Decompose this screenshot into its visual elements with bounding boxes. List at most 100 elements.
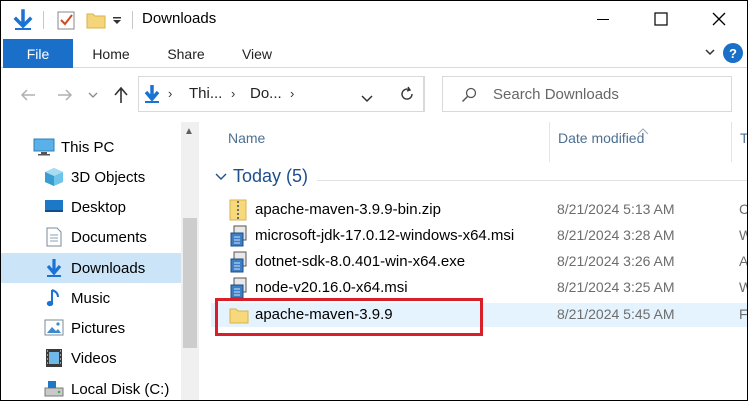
nav-item-downloads[interactable]: Downloads	[1, 253, 181, 283]
ribbon-expand-icon[interactable]	[703, 45, 717, 64]
new-folder-icon[interactable]	[85, 9, 107, 31]
address-bar[interactable]: › Thi... › Do... ›	[138, 76, 425, 112]
scrollbar-thumb[interactable]	[183, 218, 197, 348]
file-name: node-v20.16.0-x64.msi	[255, 279, 408, 296]
group-header-today[interactable]: Today (5)	[215, 166, 308, 187]
file-row[interactable]: node-v20.16.0-x64.msi 8/21/2024 3:25 AM …	[211, 276, 747, 300]
close-button[interactable]	[690, 1, 747, 37]
this-pc-icon	[33, 136, 55, 158]
msi-installer-icon	[229, 225, 249, 247]
forward-arrow-icon[interactable]	[54, 84, 76, 106]
nav-item-videos[interactable]: Videos	[1, 343, 181, 373]
search-placeholder: Search Downloads	[493, 86, 619, 103]
downloads-icon	[43, 257, 65, 279]
file-date: 8/21/2024 3:25 AM	[557, 279, 675, 295]
file-name: microsoft-jdk-17.0.12-windows-x64.msi	[255, 227, 515, 244]
scroll-up-icon[interactable]: ▲	[184, 126, 194, 137]
zip-folder-icon	[229, 199, 249, 221]
file-type: A	[739, 253, 748, 269]
pictures-icon	[43, 317, 65, 339]
maximize-button[interactable]	[632, 1, 690, 37]
navigation-pane: This PC 3D Objects Desktop Documents Dow…	[1, 122, 181, 400]
tab-view[interactable]: View	[227, 39, 287, 68]
downloads-location-icon	[143, 83, 161, 110]
navigation-pane-scrollbar[interactable]: ▲	[181, 122, 199, 400]
help-icon[interactable]: ?	[723, 43, 743, 63]
nav-item-desktop[interactable]: Desktop	[1, 192, 181, 222]
nav-item-documents[interactable]: Documents	[1, 222, 181, 252]
file-date: 8/21/2024 3:26 AM	[557, 253, 675, 269]
downloads-arrow-icon[interactable]	[11, 9, 35, 31]
window-title: Downloads	[142, 10, 217, 27]
minimize-button[interactable]	[574, 1, 632, 37]
navigation-bar: › Thi... › Do... › Search Downloads	[1, 68, 747, 122]
3d-objects-icon	[43, 166, 65, 188]
file-date: 8/21/2024 3:28 AM	[557, 227, 675, 243]
breadcrumb-chevron-icon[interactable]: ›	[168, 86, 172, 101]
tab-share[interactable]: Share	[156, 39, 216, 68]
file-type: C	[739, 201, 747, 217]
file-type: W	[739, 227, 747, 243]
nav-item-label: Local Disk (C:)	[71, 380, 170, 398]
properties-icon[interactable]	[55, 9, 77, 31]
column-header-date-modified[interactable]: Date modified	[558, 130, 644, 146]
column-divider[interactable]	[549, 122, 550, 162]
music-icon	[43, 287, 65, 309]
quick-access-dropdown-icon[interactable]	[109, 9, 125, 31]
file-name: apache-maven-3.9.9-bin.zip	[255, 201, 441, 218]
nav-item-label: Documents	[71, 228, 147, 246]
group-label: Today (5)	[233, 166, 309, 186]
recent-locations-icon[interactable]	[86, 84, 100, 106]
breadcrumb-downloads[interactable]: Do...	[250, 85, 282, 102]
file-row[interactable]: apache-maven-3.9.9-bin.zip 8/21/2024 5:1…	[211, 198, 747, 222]
refresh-button[interactable]	[390, 76, 424, 112]
title-bar: Downloads	[1, 1, 747, 39]
search-icon	[461, 87, 477, 108]
file-row[interactable]: microsoft-jdk-17.0.12-windows-x64.msi 8/…	[211, 224, 747, 248]
annotation-highlight-box	[215, 298, 483, 336]
back-arrow-icon[interactable]	[17, 84, 39, 106]
nav-item-label: Desktop	[71, 198, 127, 216]
column-header-name[interactable]: Name	[228, 130, 265, 146]
file-date: 8/21/2024 5:45 AM	[557, 306, 675, 322]
nav-item-label: 3D Objects	[71, 168, 146, 186]
up-arrow-icon[interactable]	[110, 84, 132, 106]
title-separator	[43, 11, 44, 29]
nav-item-music[interactable]: Music	[1, 283, 181, 313]
exe-installer-icon	[229, 251, 249, 273]
nav-item-label: Pictures	[71, 319, 126, 337]
file-type: F	[739, 306, 748, 322]
nav-item-label: This PC	[61, 138, 115, 156]
file-list: Name Date modified T Today (5) apache-ma…	[199, 122, 748, 400]
breadcrumb-chevron-icon[interactable]: ›	[231, 86, 235, 101]
msi-installer-icon	[229, 277, 249, 299]
file-row[interactable]: dotnet-sdk-8.0.401-win-x64.exe 8/21/2024…	[211, 250, 747, 274]
ribbon-tabs: File Home Share View ?	[1, 39, 747, 68]
videos-icon	[43, 347, 65, 369]
nav-item-label: Videos	[71, 349, 117, 367]
nav-item-this-pc[interactable]: This PC	[1, 132, 181, 162]
breadcrumb-this-pc[interactable]: Thi...	[189, 85, 222, 102]
local-disk-icon	[43, 378, 65, 400]
column-header-type[interactable]: T	[740, 130, 747, 146]
explorer-window: Downloads File Home Share View ? › Thi..…	[0, 0, 748, 401]
file-date: 8/21/2024 5:13 AM	[557, 201, 675, 217]
breadcrumb-chevron-icon[interactable]: ›	[290, 86, 294, 101]
nav-item-pictures[interactable]: Pictures	[1, 313, 181, 343]
group-divider	[317, 180, 747, 181]
documents-icon	[43, 226, 65, 248]
desktop-icon	[43, 196, 65, 218]
tab-file[interactable]: File	[3, 39, 73, 68]
nav-item-label: Downloads	[71, 259, 146, 277]
file-type: W	[739, 279, 747, 295]
nav-item-label: Music	[71, 289, 111, 307]
file-name: dotnet-sdk-8.0.401-win-x64.exe	[255, 253, 466, 270]
group-collapse-icon	[215, 173, 227, 180]
nav-item-3d-objects[interactable]: 3D Objects	[1, 162, 181, 192]
nav-item-local-disk[interactable]: Local Disk (C:)	[1, 374, 181, 400]
column-divider[interactable]	[731, 122, 732, 162]
tab-home[interactable]: Home	[81, 39, 141, 68]
search-box[interactable]: Search Downloads	[442, 76, 732, 112]
address-dropdown-icon[interactable]	[361, 90, 373, 108]
refresh-icon	[400, 86, 413, 100]
